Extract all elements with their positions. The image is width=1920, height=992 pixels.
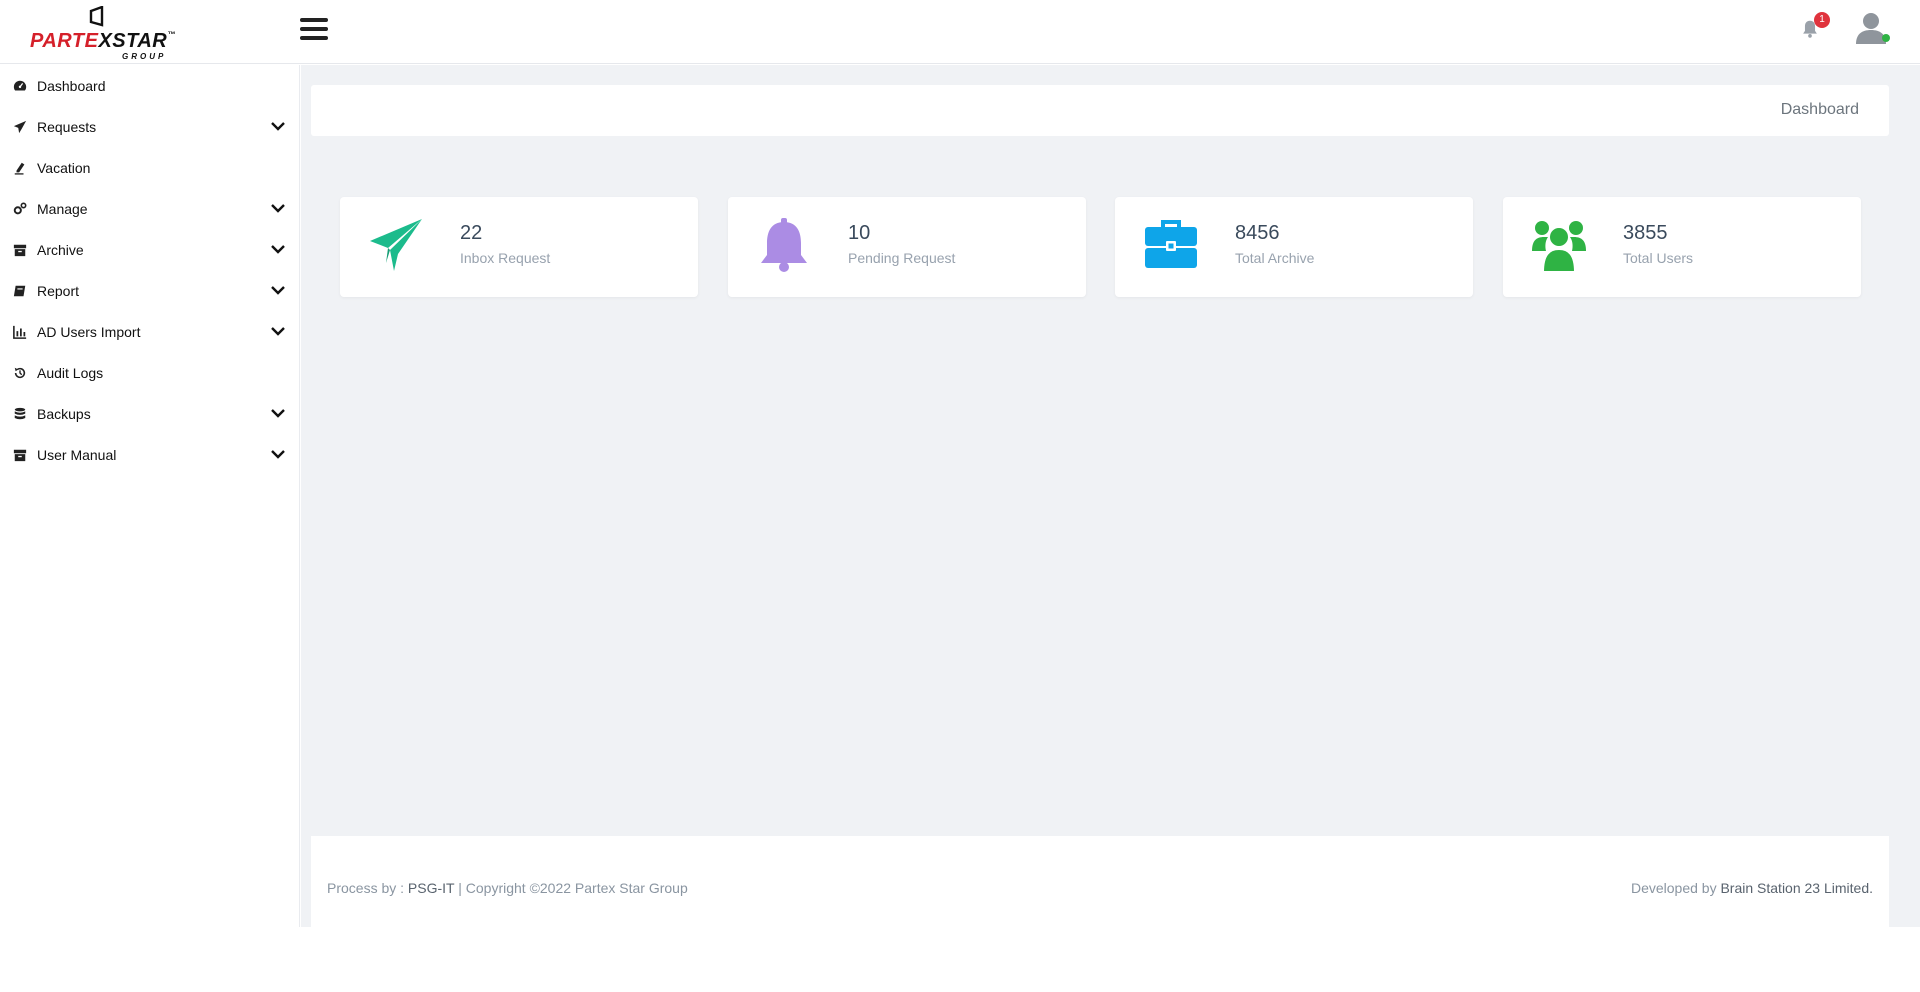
stat-label: Pending Request [848,250,956,266]
chevron-down-icon[interactable] [271,202,285,214]
logo-subtitle: GROUP [122,52,167,61]
chevron-down-icon[interactable] [271,243,285,255]
sidebar-item-requests[interactable]: Requests [0,106,299,147]
logo-mark-icon [89,6,104,27]
sidebar-item-label: Vacation [37,159,91,176]
notification-count-badge: 1 [1814,12,1830,28]
sidebar-item-label: Audit Logs [37,364,104,381]
sidebar-item-label: AD Users Import [37,323,141,340]
stat-label: Total Users [1623,250,1694,266]
partex-star-logo[interactable]: PARTEXSTAR™ GROUP [28,4,178,62]
book-icon [12,283,28,299]
sidebar-item-archive[interactable]: Archive [0,229,299,270]
sidebar-item-user-manual[interactable]: User Manual [0,434,299,475]
menu-toggle-button[interactable] [300,18,328,44]
history-icon [12,365,28,381]
online-status-dot [1882,34,1890,42]
stat-label: Total Archive [1235,250,1315,266]
briefcase-icon [1145,220,1197,268]
paper-plane-icon [12,119,28,135]
sidebar-item-ad-users-import[interactable]: AD Users Import [0,311,299,352]
page-footer: Process by : PSG-IT | Copyright ©2022 Pa… [311,836,1889,927]
breadcrumb-current: Dashboard [1780,101,1859,118]
stat-value: 22 [460,222,483,244]
top-header: PARTEXSTAR™ GROUP 1 [0,0,1920,64]
paper-plane-icon [370,219,422,271]
archive-icon [12,447,28,463]
sidebar-item-manage[interactable]: Manage [0,188,299,229]
logo-wordmark: PARTEXSTAR™ [30,30,176,52]
footer-developer: Developed by Brain Station 23 Limited. [1630,880,1873,896]
sidebar-item-label: User Manual [37,446,117,463]
stat-card-pending[interactable]: 10 Pending Request [728,197,1086,297]
sidebar-item-label: Report [37,282,80,299]
sidebar-item-report[interactable]: Report [0,270,299,311]
footer-copyright: Process by : PSG-IT | Copyright ©2022 Pa… [327,880,688,896]
pen-icon [12,160,28,176]
users-icon [1532,221,1586,273]
sidebar-item-label: Dashboard [37,77,106,94]
stat-value: 10 [848,222,871,244]
sidebar-item-label: Backups [37,405,91,422]
sidebar-item-label: Manage [37,200,88,217]
breadcrumb: Dashboard [311,85,1889,136]
dashboard-icon [12,78,28,94]
chevron-down-icon[interactable] [271,284,285,296]
database-icon [12,406,28,422]
chevron-down-icon[interactable] [271,120,285,132]
stat-card-users[interactable]: 3855 Total Users [1503,197,1861,297]
chevron-down-icon[interactable] [271,325,285,337]
stat-card-archive[interactable]: 8456 Total Archive [1115,197,1473,297]
footer-developer-link[interactable]: Brain Station 23 Limited. [1720,880,1873,896]
chevron-down-icon[interactable] [271,448,285,460]
sidebar-item-vacation[interactable]: Vacation [0,147,299,188]
footer-org-link[interactable]: PSG-IT [408,880,454,896]
stat-label: Inbox Request [460,250,551,266]
sidebar-item-label: Requests [37,118,97,135]
sidebar-item-label: Archive [37,241,84,258]
stat-value: 8456 [1235,222,1280,244]
sidebar-item-audit-logs[interactable]: Audit Logs [0,352,299,393]
archive-icon [12,242,28,258]
sidebar-item-backups[interactable]: Backups [0,393,299,434]
sidebar: Dashboard Requests Vacation Manage Archi… [0,65,300,927]
sidebar-item-dashboard[interactable]: Dashboard [0,65,299,106]
stat-value: 3855 [1623,222,1668,244]
stat-card-inbox[interactable]: 22 Inbox Request [340,197,698,297]
gears-icon [12,201,28,217]
bar-chart-icon [12,324,28,340]
chevron-down-icon[interactable] [271,407,285,419]
main-content: Dashboard 22 Inbox Request 10 Pending Re… [301,65,1920,927]
bell-icon [761,218,807,272]
